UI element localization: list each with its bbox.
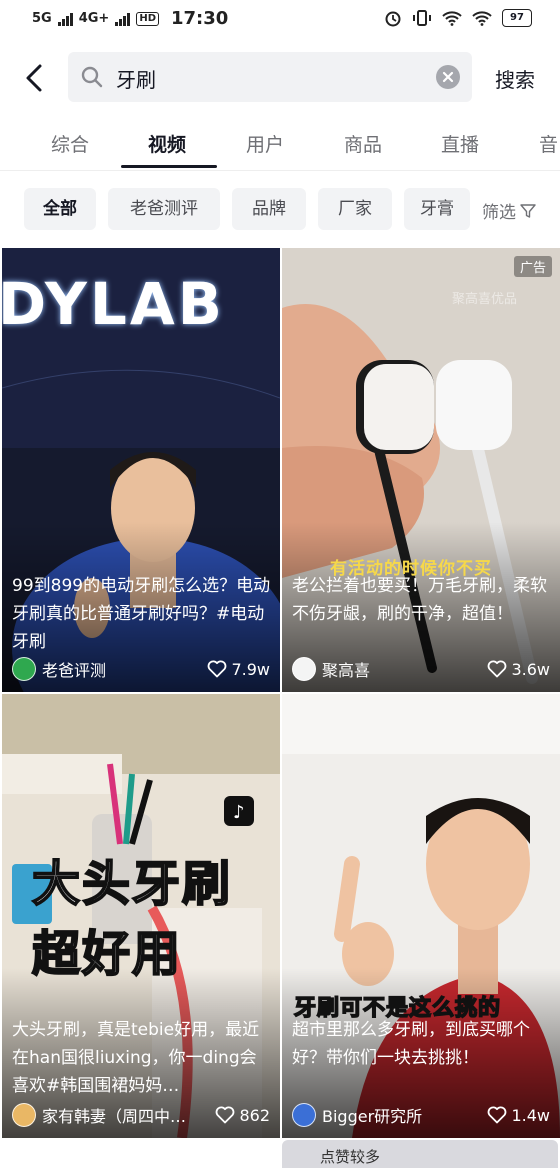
author-name[interactable]: Bigger研究所 (322, 1103, 487, 1127)
alarm-icon (385, 11, 401, 27)
chip-all[interactable]: 全部 (24, 188, 96, 230)
video-card[interactable]: ♪ 大头牙刷 超好用 大头牙刷，真是tebie好用，最近在han国很liuxin… (2, 694, 280, 1138)
filter-chips: 全部 老爸测评 品牌 厂家 牙膏 筛选 (0, 188, 560, 232)
video-card[interactable]: 广告 聚高喜优品 有活动的时候你不买 老公拦着也要买！万毛牙刷，柔软不伤牙龈，刷… (282, 248, 560, 692)
heart-icon (216, 1106, 235, 1124)
like-count: 7.9w (207, 660, 270, 679)
hd-voice-badge: HD (136, 11, 159, 26)
signal-icon-2 (115, 12, 131, 26)
author-name[interactable]: 聚高喜 (322, 657, 487, 681)
author-name[interactable]: 家有韩妻（周四中… (42, 1103, 215, 1127)
watermark-text: 聚高喜优品 (452, 292, 518, 307)
heart-icon (208, 660, 227, 678)
svg-text:♪: ♪ (233, 802, 245, 823)
video-title: 老公拦着也要买！万毛牙刷，柔软不伤牙龈，刷的干净，超值！ (292, 576, 547, 624)
chip-brand[interactable]: 品牌 (232, 188, 306, 230)
signal-icon (57, 12, 73, 26)
tab-products[interactable]: 商品 (344, 130, 382, 157)
like-count-value: 7.9w (231, 659, 270, 679)
author-name[interactable]: 老爸评测 (42, 657, 207, 681)
video-title: 99到899的电动牙刷怎么选？电动牙刷真的比普通牙刷好吗？#电动牙刷 (12, 576, 271, 652)
author-avatar[interactable] (292, 657, 316, 681)
tab-video[interactable]: 视频 (148, 130, 186, 157)
clear-icon[interactable] (436, 65, 460, 89)
video-meta: 家有韩妻（周四中… 862 (12, 1102, 270, 1128)
chip-toothpaste[interactable]: 牙膏 (404, 188, 470, 230)
search-input[interactable]: 牙刷 (68, 52, 472, 102)
tab-music[interactable]: 音 (539, 130, 558, 157)
search-icon (81, 66, 103, 88)
ad-badge: 广告 (513, 256, 552, 277)
search-query-text: 牙刷 (116, 68, 156, 92)
thumbnail-overlay-text: DYLAB (2, 270, 225, 338)
like-count: 1.4w (487, 1106, 550, 1125)
video-meta: 聚高喜 3.6w (292, 656, 550, 682)
video-title: 超市里那么多牙刷，到底买哪个好？带你们一块去挑挑！ (292, 1020, 530, 1068)
video-title: 大头牙刷，真是tebie好用，最近在han国很liuxing，你一ding会喜欢… (12, 1020, 260, 1096)
author-avatar[interactable] (12, 657, 36, 681)
heart-icon (488, 1106, 507, 1124)
network-5g-label: 5G (32, 11, 52, 26)
wifi-icon (442, 11, 462, 26)
wifi-icon-2 (472, 11, 492, 26)
video-card[interactable]: 牙刷可不是这么挑的 超市里那么多牙刷，到底买哪个好？带你们一块去挑挑！ Bigg… (282, 694, 560, 1138)
tab-comprehensive[interactable]: 综合 (51, 130, 89, 157)
video-card[interactable]: DYLAB 99到899的电动牙刷怎么选？电动牙刷真的比普通牙刷好吗？#电动牙刷… (2, 248, 280, 692)
thumbnail-overlay-line1: 大头牙刷 (31, 855, 233, 913)
video-meta: 老爸评测 7.9w (12, 656, 270, 682)
search-header: 牙刷 搜索 (0, 50, 560, 106)
next-video-card-peek[interactable]: 点赞较多 (282, 1140, 558, 1168)
author-avatar[interactable] (292, 1103, 316, 1127)
like-count-value: 862 (239, 1105, 270, 1125)
status-bar: 5G 4G+ HD 17:30 97 (0, 0, 560, 40)
funnel-icon (520, 203, 536, 218)
search-button[interactable]: 搜索 (495, 64, 535, 93)
filter-button[interactable]: 筛选 (482, 198, 536, 223)
battery-indicator: 97 (502, 9, 532, 27)
heart-icon (488, 660, 507, 678)
like-count-value: 3.6w (511, 659, 550, 679)
tab-users[interactable]: 用户 (246, 130, 284, 157)
active-tab-indicator (121, 165, 217, 168)
chip-dad-review[interactable]: 老爸测评 (108, 188, 220, 230)
search-tabs: 综合 视频 用户 商品 直播 音 (0, 122, 560, 171)
tab-live[interactable]: 直播 (441, 130, 479, 157)
clock: 17:30 (171, 8, 229, 29)
chip-manufacturer[interactable]: 厂家 (318, 188, 392, 230)
like-count-value: 1.4w (511, 1105, 550, 1125)
video-meta: Bigger研究所 1.4w (292, 1102, 550, 1128)
like-count: 862 (215, 1106, 270, 1125)
vibrate-icon (413, 10, 431, 26)
like-count: 3.6w (487, 660, 550, 679)
filter-label: 筛选 (482, 203, 516, 223)
back-arrow-icon[interactable] (20, 62, 48, 94)
author-avatar[interactable] (12, 1103, 36, 1127)
next-card-tag: 点赞较多 (320, 1148, 381, 1166)
network-4g-label: 4G+ (78, 11, 110, 26)
